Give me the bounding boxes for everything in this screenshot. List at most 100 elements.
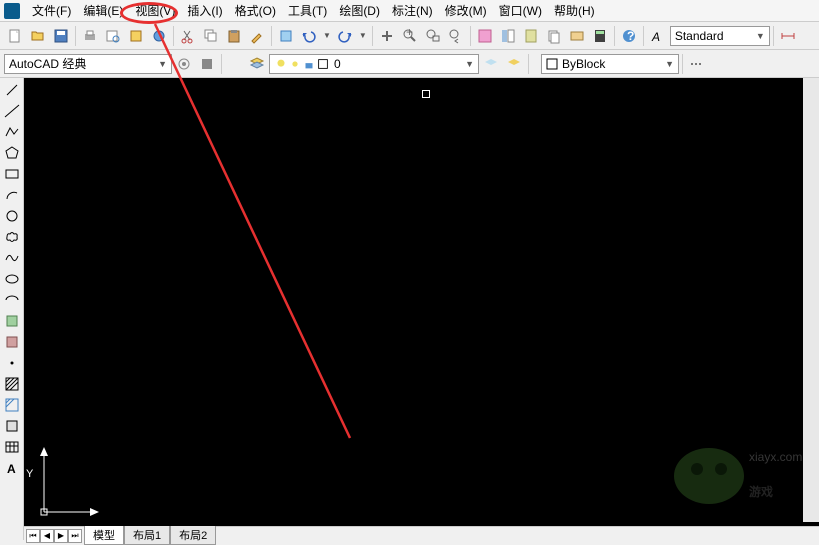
redo-dropdown[interactable]: ▼ — [357, 31, 369, 40]
textstyle-icon[interactable]: A — [647, 25, 669, 47]
workspace-save-icon[interactable] — [196, 53, 218, 75]
linetype-icon[interactable] — [686, 53, 708, 75]
redo-icon[interactable] — [334, 25, 356, 47]
zoom-realtime-icon[interactable]: + — [399, 25, 421, 47]
paste-icon[interactable] — [223, 25, 245, 47]
match-props-icon[interactable] — [246, 25, 268, 47]
gradient-icon[interactable] — [2, 395, 22, 415]
tab-layout2[interactable]: 布局2 — [170, 526, 216, 545]
spline-icon[interactable] — [2, 248, 22, 268]
menu-window[interactable]: 窗口(W) — [493, 0, 548, 21]
drawing-viewport[interactable]: Y X — [24, 78, 819, 540]
separator — [614, 26, 615, 46]
ucs-icon — [34, 442, 114, 522]
tab-model[interactable]: 模型 — [84, 526, 124, 545]
open-icon[interactable] — [27, 25, 49, 47]
cut-icon[interactable] — [177, 25, 199, 47]
menu-draw[interactable]: 绘图(D) — [333, 0, 386, 21]
layer-toolbar: AutoCAD 经典 ▼ 0 ▼ ByBlock ▼ — [0, 50, 819, 78]
ucs-y-label: Y — [26, 468, 33, 480]
mtext-icon[interactable]: A — [2, 458, 22, 478]
separator — [372, 26, 373, 46]
layer-dropdown[interactable]: 0 ▼ — [269, 54, 479, 74]
polyline-icon[interactable] — [2, 122, 22, 142]
menu-modify[interactable]: 修改(M) — [439, 0, 493, 21]
workspace-value: AutoCAD 经典 — [9, 55, 86, 72]
save-icon[interactable] — [50, 25, 72, 47]
3ddwf-icon[interactable] — [148, 25, 170, 47]
polygon-icon[interactable] — [2, 143, 22, 163]
text-style-dropdown[interactable]: Standard ▼ — [670, 26, 770, 46]
menu-annotate[interactable]: 标注(N) — [386, 0, 439, 21]
point-icon[interactable] — [2, 353, 22, 373]
revcloud-icon[interactable] — [2, 227, 22, 247]
make-block-icon[interactable] — [2, 332, 22, 352]
menu-edit[interactable]: 编辑(E) — [77, 0, 129, 21]
workspace-dropdown[interactable]: AutoCAD 经典 ▼ — [4, 54, 172, 74]
rectangle-icon[interactable] — [2, 164, 22, 184]
color-swatch-icon — [316, 57, 330, 71]
copy-icon[interactable] — [200, 25, 222, 47]
dimstyle-icon[interactable] — [777, 25, 799, 47]
toolpalette-icon[interactable] — [520, 25, 542, 47]
designcenter-icon[interactable] — [497, 25, 519, 47]
tab-next-icon[interactable]: ▶ — [54, 529, 68, 543]
plot-preview-icon[interactable] — [102, 25, 124, 47]
workspace-settings-icon[interactable] — [173, 53, 195, 75]
chevron-down-icon: ▼ — [465, 59, 474, 69]
arc-icon[interactable] — [2, 185, 22, 205]
standard-toolbar: ▼ ▼ + ? A Standard ▼ — [0, 22, 819, 50]
pan-icon[interactable] — [376, 25, 398, 47]
zoom-window-icon[interactable] — [422, 25, 444, 47]
quickcalc-icon[interactable] — [589, 25, 611, 47]
sheetset-icon[interactable] — [543, 25, 565, 47]
color-value: ByBlock — [562, 57, 605, 71]
undo-icon[interactable] — [298, 25, 320, 47]
menu-format[interactable]: 格式(O) — [229, 0, 282, 21]
ellipse-arc-icon[interactable] — [2, 290, 22, 310]
layer-previous-icon[interactable] — [503, 53, 525, 75]
help-icon[interactable]: ? — [618, 25, 640, 47]
cursor-marker — [422, 90, 430, 98]
draw-toolbar: A — [0, 78, 24, 540]
svg-text:?: ? — [627, 29, 634, 43]
chevron-down-icon: ▼ — [158, 59, 167, 69]
separator — [528, 54, 529, 74]
layer-states-icon[interactable] — [480, 53, 502, 75]
menu-insert[interactable]: 插入(I) — [181, 0, 228, 21]
insert-block-icon[interactable] — [2, 311, 22, 331]
menu-tools[interactable]: 工具(T) — [282, 0, 333, 21]
menu-file[interactable]: 文件(F) — [26, 0, 77, 21]
print-icon[interactable] — [79, 25, 101, 47]
separator — [271, 26, 272, 46]
vertical-scrollbar[interactable] — [803, 78, 819, 522]
line-icon[interactable] — [2, 80, 22, 100]
text-style-value: Standard — [675, 29, 724, 43]
separator — [221, 54, 222, 74]
region-icon[interactable] — [2, 416, 22, 436]
new-icon[interactable] — [4, 25, 26, 47]
block-editor-icon[interactable] — [275, 25, 297, 47]
construction-line-icon[interactable] — [2, 101, 22, 121]
tab-prev-icon[interactable]: ◀ — [40, 529, 54, 543]
tab-layout1[interactable]: 布局1 — [124, 526, 170, 545]
separator — [470, 26, 471, 46]
publish-icon[interactable] — [125, 25, 147, 47]
menu-help[interactable]: 帮助(H) — [548, 0, 601, 21]
properties-icon[interactable] — [474, 25, 496, 47]
circle-icon[interactable] — [2, 206, 22, 226]
layer-manager-icon[interactable] — [246, 53, 268, 75]
svg-text:A: A — [7, 462, 16, 476]
table-icon[interactable] — [2, 437, 22, 457]
menu-view[interactable]: 视图(V) — [129, 0, 181, 21]
ellipse-icon[interactable] — [2, 269, 22, 289]
hatch-icon[interactable] — [2, 374, 22, 394]
undo-dropdown[interactable]: ▼ — [321, 31, 333, 40]
tab-last-icon[interactable]: ⏭ — [68, 529, 82, 543]
zoom-previous-icon[interactable] — [445, 25, 467, 47]
sun-icon — [288, 57, 302, 71]
tab-first-icon[interactable]: ⏮ — [26, 529, 40, 543]
color-dropdown[interactable]: ByBlock ▼ — [541, 54, 679, 74]
markup-icon[interactable] — [566, 25, 588, 47]
model-tabs: ⏮ ◀ ▶ ⏭ 模型 布局1 布局2 — [24, 526, 819, 544]
